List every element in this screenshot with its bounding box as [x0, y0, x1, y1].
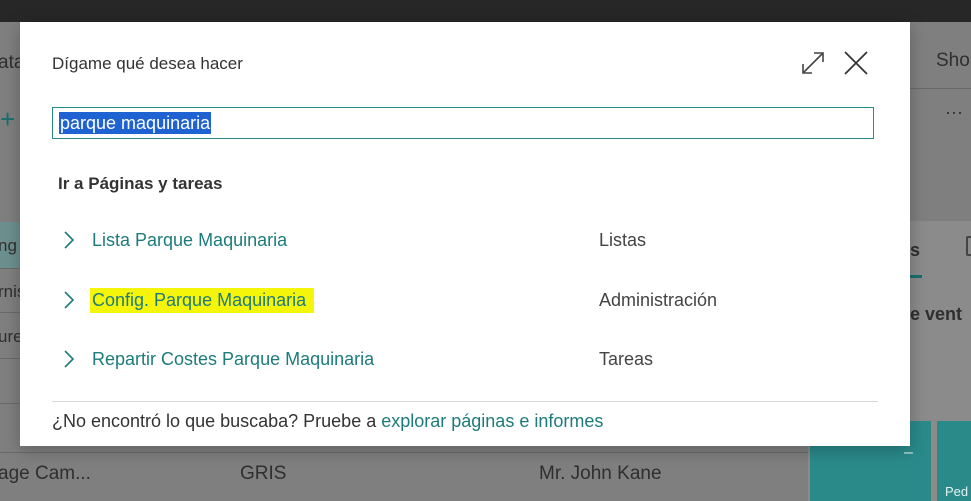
- result-category: Administración: [599, 289, 718, 310]
- bg-row-fragment: ng: [0, 236, 17, 255]
- result-label-highlighted[interactable]: Config. Parque Maquinaria: [90, 287, 315, 313]
- search-input-value: parque maquinaria: [59, 112, 212, 134]
- bg-cell: age Cam...: [0, 463, 91, 484]
- footer-divider: [52, 401, 878, 402]
- footer-text: ¿No encontró lo que buscaba? Pruebe a: [52, 411, 382, 431]
- result-category: Listas: [599, 229, 647, 250]
- bg-tab-fragment: Sho: [936, 50, 970, 71]
- bg-tile-label: Ped: [945, 484, 969, 499]
- dialog-footer: ¿No encontró lo que buscaba? Pruebe a ex…: [52, 411, 603, 432]
- bg-divider: [910, 88, 971, 89]
- app-top-bar: [0, 0, 971, 22]
- bg-divider: [0, 403, 20, 404]
- chevron-right-icon: [64, 291, 75, 309]
- search-input[interactable]: parque maquinaria: [52, 107, 874, 139]
- explore-pages-link[interactable]: explorar páginas e informes: [381, 411, 603, 431]
- bg-divider: [0, 452, 808, 453]
- bg-divider: [0, 312, 20, 313]
- expand-icon[interactable]: [800, 50, 826, 76]
- close-icon[interactable]: [842, 49, 870, 77]
- chevron-right-icon: [64, 350, 75, 368]
- result-item[interactable]: Repartir Costes Parque Maquinaria Tareas: [52, 339, 878, 379]
- tell-me-dialog: Dígame qué desea hacer parque maquinaria…: [20, 22, 910, 446]
- result-label[interactable]: Lista Parque Maquinaria: [92, 230, 287, 251]
- bg-document-icon: [966, 236, 971, 256]
- dialog-title: Dígame qué desea hacer: [52, 54, 243, 73]
- result-item[interactable]: Lista Parque Maquinaria Listas: [52, 220, 878, 260]
- bg-plus-icon: +: [0, 104, 16, 134]
- result-item[interactable]: Config. Parque Maquinaria Administración: [52, 280, 878, 320]
- bg-more-icon: ···: [945, 102, 963, 122]
- bg-factbox-title: e vent: [910, 304, 963, 324]
- bg-tab-fragment: s: [910, 240, 921, 260]
- bg-active-tab-underline: [910, 275, 922, 278]
- bg-cell: Mr. John Kane: [539, 463, 662, 484]
- bg-divider: [0, 268, 20, 269]
- section-title: Ir a Páginas y tareas: [58, 174, 223, 193]
- chevron-right-icon: [64, 231, 75, 249]
- bg-divider: [0, 358, 20, 359]
- result-label[interactable]: Repartir Costes Parque Maquinaria: [92, 349, 374, 370]
- result-category: Tareas: [599, 348, 654, 369]
- bg-tile-minus: –: [904, 444, 913, 461]
- bg-cell: GRIS: [240, 463, 287, 484]
